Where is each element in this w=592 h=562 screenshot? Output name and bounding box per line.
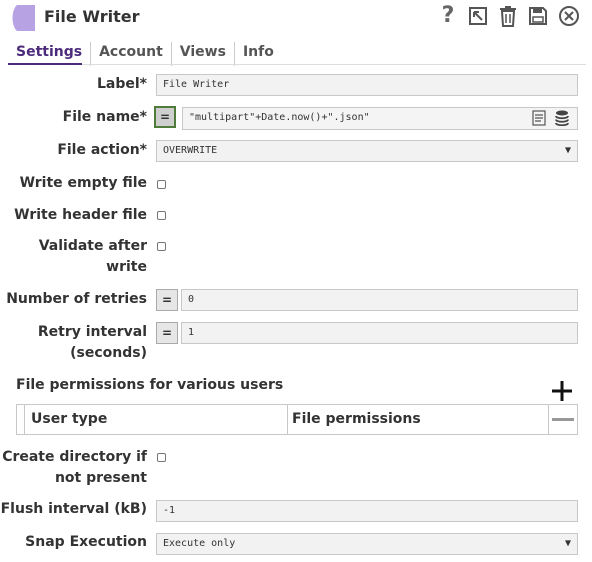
database-icon[interactable] (555, 110, 569, 130)
snap-execution-value: Execute only (163, 538, 236, 549)
tab-views[interactable]: Views (170, 42, 234, 66)
validate-after-write-label: Validate after (38, 238, 147, 254)
file-permissions-column-header: File permissions (292, 411, 421, 427)
active-tab-indicator (8, 63, 82, 65)
notes-icon[interactable] (531, 110, 547, 130)
create-directory-label: Create directory if (2, 449, 147, 465)
retry-interval-input[interactable]: 1 (181, 322, 578, 344)
dialog-title: File Writer (44, 7, 140, 26)
retries-input[interactable]: 0 (181, 289, 578, 311)
tab-account[interactable]: Account (90, 42, 171, 66)
tab-info[interactable]: Info (233, 42, 282, 66)
write-header-file-checkbox[interactable] (157, 211, 166, 220)
write-empty-file-checkbox[interactable] (157, 180, 166, 189)
validate-after-write-label-line2: write (106, 259, 147, 275)
flush-interval-input[interactable]: -1 (156, 500, 578, 522)
snap-execution-select[interactable]: Execute only ▼ (156, 533, 578, 555)
retry-interval-expression-toggle[interactable]: = (156, 322, 178, 344)
file-action-select[interactable]: OVERWRITE ▼ (156, 140, 578, 162)
file-action-label: File action* (57, 142, 147, 158)
snap-logo-icon (11, 4, 35, 32)
create-directory-label-line2: not present (54, 470, 147, 486)
validate-after-write-checkbox[interactable] (157, 242, 166, 251)
file-action-value: OVERWRITE (163, 145, 218, 156)
snap-execution-label: Snap Execution (25, 534, 147, 550)
file-name-value: "multipart"+Date.now()+".json" (189, 112, 370, 123)
dropdown-arrow-icon: ▼ (564, 538, 571, 549)
write-empty-file-label: Write empty file (19, 175, 147, 191)
column-divider (548, 405, 549, 434)
column-divider (287, 405, 288, 434)
close-icon[interactable] (558, 4, 580, 28)
flush-interval-label: Flush interval (kB) (0, 501, 147, 517)
save-icon[interactable] (527, 4, 549, 28)
expression-toggle-button[interactable]: = (154, 106, 176, 128)
permissions-table: User type File permissions (16, 404, 578, 435)
retries-expression-toggle[interactable]: = (156, 289, 178, 311)
label-input[interactable]: File Writer (156, 74, 578, 96)
retry-interval-label-line2: (seconds) (70, 345, 147, 361)
file-name-input[interactable]: "multipart"+Date.now()+".json" (182, 107, 578, 130)
add-icon[interactable] (551, 380, 573, 402)
write-header-file-label: Write header file (14, 207, 147, 223)
file-name-label: File name* (62, 109, 147, 125)
label-field-label: Label* (96, 76, 147, 92)
number-of-retries-label: Number of retries (6, 291, 147, 307)
delete-icon[interactable] (497, 4, 519, 28)
create-directory-checkbox[interactable] (157, 453, 166, 462)
file-permissions-section-label: File permissions for various users (16, 377, 284, 393)
user-type-column-header: User type (31, 411, 108, 427)
help-icon[interactable]: ? (437, 4, 459, 28)
table-row-handle (24, 405, 25, 434)
remove-icon[interactable] (552, 418, 574, 421)
tab-divider (8, 64, 586, 65)
retry-interval-label: Retry interval (37, 324, 147, 340)
dropdown-arrow-icon: ▼ (564, 145, 571, 156)
export-icon[interactable] (467, 4, 489, 28)
